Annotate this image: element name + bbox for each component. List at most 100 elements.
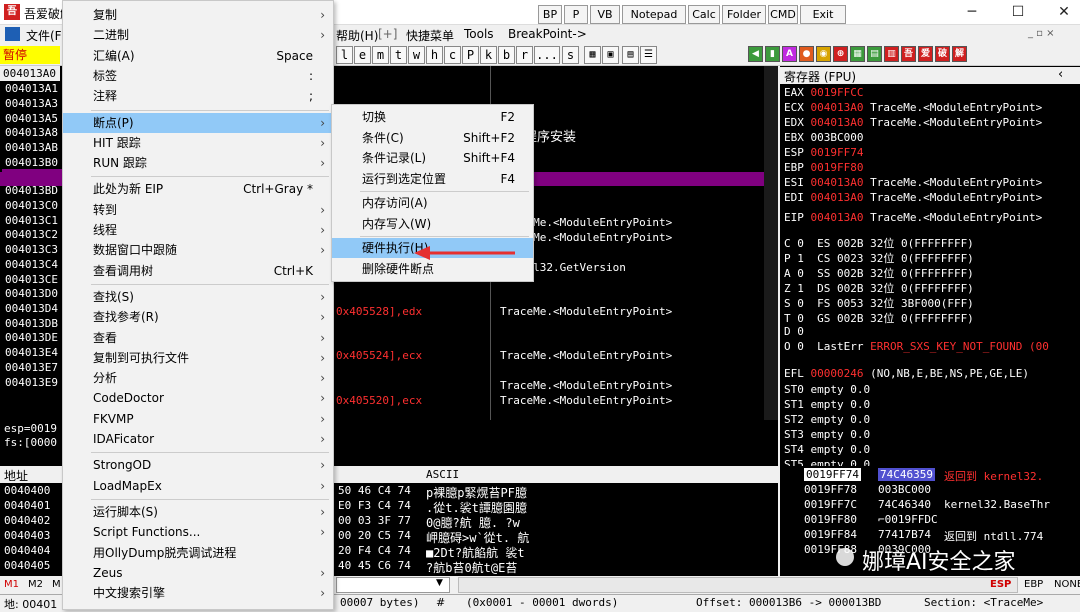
register-eax[interactable]: EAX 0019FFCC	[784, 86, 870, 99]
context-menu-item[interactable]: 复制 ›	[63, 5, 333, 25]
exec-modules-button[interactable]: e	[354, 46, 371, 64]
flag-row[interactable]: P 1 CS 0023 32位 0(FFFFFFFF)	[784, 250, 974, 266]
flag-row[interactable]: O 0 LastErr ERROR_SXS_KEY_NOT_FOUND (00	[784, 340, 1049, 353]
disasm-address[interactable]: 004013E7	[2, 360, 62, 375]
context-menu-item[interactable]: StrongOD ›	[63, 455, 333, 475]
mdi-controls[interactable]: _ ▫ ×	[1028, 28, 1055, 39]
list-icon[interactable]: ☰	[640, 46, 657, 64]
toolbar-icon-6[interactable]: ⊕	[833, 46, 848, 62]
disasm-address[interactable]: 004013E4	[2, 345, 62, 360]
tab-m3[interactable]: M	[52, 579, 61, 590]
context-menu-item[interactable]: 转到 ›	[63, 200, 333, 220]
register-eip[interactable]: EIP 004013A0 TraceMe.<ModuleEntryPoint>	[784, 211, 1042, 224]
register-ebp[interactable]: EBP 0019FF80	[784, 161, 870, 174]
toolbar-icon-10[interactable]: 吾	[901, 46, 916, 62]
disasm-address[interactable]: 004013A3	[2, 96, 62, 111]
disasm-address[interactable]: 004013C2	[2, 227, 62, 242]
flag-row[interactable]: Z 1 DS 002B 32位 0(FFFFFFFF)	[784, 280, 974, 296]
disasm-address[interactable]: 004013A1	[2, 81, 62, 96]
toolbar-icon-3[interactable]: A	[782, 46, 797, 62]
vb-button[interactable]: VB	[590, 5, 620, 24]
submenu-item[interactable]: 内存访问(A)	[332, 193, 533, 213]
toolbar-icon-8[interactable]: ▤	[867, 46, 882, 62]
context-menu-item[interactable]: 汇编(A) Space	[63, 46, 333, 66]
none-button[interactable]: NONE	[1054, 579, 1080, 590]
register-edi[interactable]: EDI 004013A0 TraceMe.<ModuleEntryPoint>	[784, 191, 1042, 204]
register-ecx[interactable]: ECX 004013A0 TraceMe.<ModuleEntryPoint>	[784, 101, 1042, 114]
context-menu-item[interactable]: 线程 ›	[63, 220, 333, 240]
disasm-address[interactable]: 004013D4	[2, 301, 62, 316]
disasm-address[interactable]: 004013A5	[2, 111, 62, 126]
context-menu-item[interactable]: 查看调用树 Ctrl+K	[63, 261, 333, 281]
register-esp[interactable]: ESP 0019FF74	[784, 146, 870, 159]
context-menu-item[interactable]: 查找参考(R) ›	[63, 307, 333, 327]
cmd-button[interactable]: CMD	[768, 5, 798, 24]
notepad-button[interactable]: Notepad	[622, 5, 686, 24]
submenu-item[interactable]: 运行到选定位置 F4	[332, 169, 533, 189]
windows-button[interactable]: w	[408, 46, 425, 64]
context-menu-item[interactable]: 查看 ›	[63, 328, 333, 348]
flag-row[interactable]: C 0 ES 002B 32位 0(FFFFFFFF)	[784, 235, 974, 251]
context-menu-item[interactable]: 查找(S) ›	[63, 287, 333, 307]
submenu-item[interactable]: 条件记录(L) Shift+F4	[332, 148, 533, 168]
disasm-address[interactable]: 004013C4	[2, 257, 62, 272]
disasm-address[interactable]: 004013D0	[2, 286, 62, 301]
context-menu-item[interactable]: 分析 ›	[63, 368, 333, 388]
toolbar-icon-2[interactable]: ▮	[765, 46, 780, 62]
close-icon[interactable]: ✕	[1052, 3, 1076, 21]
tab-m2[interactable]: M2	[28, 579, 43, 590]
disasm-scrollbar[interactable]	[764, 66, 778, 420]
ebp-button[interactable]: EBP	[1024, 579, 1043, 590]
maximize-icon[interactable]: ☐	[1006, 3, 1030, 21]
disasm-addr-first[interactable]: 004013A0	[0, 66, 60, 81]
context-menu-item[interactable]: HIT 跟踪 ›	[63, 133, 333, 153]
context-menu-item[interactable]: LoadMapEx ›	[63, 476, 333, 496]
disasm-address[interactable]: 004013AB	[2, 140, 62, 155]
context-menu-item[interactable]: Script Functions... ›	[63, 522, 333, 542]
toolbar-icon-12[interactable]: 破	[935, 46, 950, 62]
context-menu-item[interactable]: 运行脚本(S) ›	[63, 502, 333, 522]
menu-file[interactable]: 文件(F)	[26, 27, 66, 44]
references-button[interactable]: r	[516, 46, 533, 64]
window-icon[interactable]: ▣	[602, 46, 619, 64]
toolbar-icon-5[interactable]: ◉	[816, 46, 831, 62]
folder-button[interactable]: Folder	[722, 5, 766, 24]
submenu-item[interactable]: 条件(C) Shift+F2	[332, 128, 533, 148]
disasm-address[interactable]: 004013DB	[2, 316, 62, 331]
submenu-item[interactable]: 内存写入(W)	[332, 214, 533, 234]
grid-icon[interactable]: ▦	[584, 46, 601, 64]
disasm-address[interactable]: 004013E9	[2, 375, 62, 390]
menu-quick[interactable]: 快捷菜单	[406, 27, 454, 44]
threads-button[interactable]: t	[390, 46, 407, 64]
context-menu-item[interactable]: RUN 跟踪 ›	[63, 153, 333, 173]
log-button[interactable]: l	[336, 46, 353, 64]
menu-breakpoint[interactable]: BreakPoint->	[508, 27, 587, 41]
minimize-icon[interactable]: ─	[960, 3, 984, 21]
context-menu-item[interactable]: IDAFicator ›	[63, 429, 333, 449]
context-menu-item[interactable]: 断点(P) ›	[63, 112, 333, 133]
menu-tools[interactable]: Tools	[464, 27, 494, 41]
context-menu-item[interactable]: 标签:	[63, 66, 333, 86]
command-input[interactable]	[336, 577, 450, 593]
calc-button[interactable]: Calc	[688, 5, 720, 24]
register-edx[interactable]: EDX 004013A0 TraceMe.<ModuleEntryPoint>	[784, 116, 1042, 129]
context-menu-item[interactable]: 二进制 ›	[63, 25, 333, 45]
context-menu-item[interactable]: 用OllyDump脱壳调试进程	[63, 543, 333, 563]
fpu-row[interactable]: ST2 empty 0.0	[784, 413, 870, 426]
disasm-address[interactable]: 004013C1	[2, 213, 62, 228]
disasm-address[interactable]: 004013CE	[2, 272, 62, 287]
fpu-row[interactable]: ST3 empty 0.0	[784, 428, 870, 441]
disasm-address[interactable]: 004013C3	[2, 242, 62, 257]
submenu-item[interactable]: 切换 F2	[332, 107, 533, 127]
esp-button[interactable]: ESP	[990, 579, 1011, 590]
disasm-address[interactable]: 004013DE	[2, 330, 62, 345]
source-button[interactable]: s	[562, 46, 579, 64]
context-menu-item[interactable]: 中文搜索引擎 ›	[63, 583, 333, 603]
context-menu-item[interactable]: 复制到可执行文件 ›	[63, 348, 333, 368]
exit-button[interactable]: Exit	[800, 5, 846, 24]
register-esi[interactable]: ESI 004013A0 TraceMe.<ModuleEntryPoint>	[784, 176, 1042, 189]
disasm-address[interactable]: 004013C0	[2, 198, 62, 213]
fpu-row[interactable]: ST4 empty 0.0	[784, 443, 870, 456]
flag-row[interactable]: D 0	[784, 325, 804, 338]
tab-m1[interactable]: M1	[4, 579, 19, 590]
